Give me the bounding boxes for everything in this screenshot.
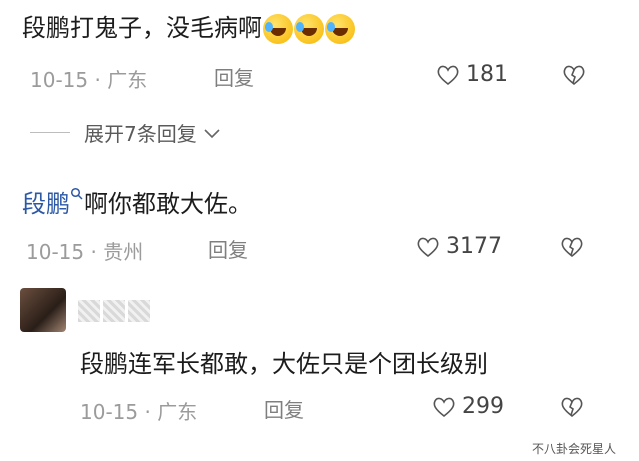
avatar[interactable] [20, 288, 66, 332]
heart-icon [437, 65, 459, 85]
blurred-username[interactable] [78, 300, 150, 322]
search-icon [70, 187, 83, 200]
comment-1: 段鹏打鬼子，没毛病啊 [22, 8, 355, 44]
laugh-cry-emoji-icon [325, 14, 355, 44]
comment-1-location: 广东 [107, 68, 148, 92]
laugh-cry-emoji-icon [294, 14, 324, 44]
comment-2-reply-button[interactable]: 回复 [208, 234, 248, 263]
comment-2: 段鹏 啊你都敢大佐。 [22, 184, 252, 219]
comment-3-like-count: 299 [462, 394, 504, 419]
heart-icon [417, 237, 439, 257]
comment-1-like-button[interactable]: 181 [436, 62, 508, 87]
comment-3-meta: 10-15 · 广东 [80, 396, 197, 425]
separator: · [90, 240, 97, 264]
comment-3-reply-button[interactable]: 回复 [264, 394, 304, 423]
chevron-down-icon [204, 128, 220, 138]
divider [30, 132, 70, 133]
separator: · [144, 400, 151, 424]
broken-heart-icon[interactable] [560, 236, 584, 258]
comment-2-like-count: 3177 [446, 234, 502, 259]
comment-1-text: 段鹏打鬼子，没毛病啊 [22, 14, 262, 42]
broken-heart-icon[interactable] [562, 64, 586, 86]
laugh-cry-emoji-icon [263, 14, 293, 44]
comment-1-date: 10-15 [30, 68, 89, 92]
expand-replies-button[interactable]: 展开7条回复 [30, 118, 221, 147]
comment-2-meta: 10-15 · 贵州 [26, 236, 143, 265]
watermark: 不八卦会死星人 [532, 442, 617, 456]
separator: · [94, 68, 101, 92]
comment-2-text: 啊你都敢大佐。 [84, 190, 252, 218]
comment-3-like-button[interactable]: 299 [432, 394, 504, 419]
comment-2-like-button[interactable]: 3177 [416, 234, 502, 259]
comment-2-date: 10-15 [26, 240, 85, 264]
expand-replies-label: 展开7条回复 [84, 122, 197, 146]
comment-3-text: 段鹏连军长都敢，大佐只是个团长级别 [80, 350, 488, 378]
broken-heart-icon[interactable] [560, 396, 584, 418]
comment-1-reply-button[interactable]: 回复 [214, 62, 254, 91]
heart-icon [433, 397, 455, 417]
comment-3-date: 10-15 [80, 400, 139, 424]
comment-2-location: 贵州 [103, 240, 144, 264]
comment-3-location: 广东 [157, 400, 198, 424]
comment-1-meta: 10-15 · 广东 [30, 64, 147, 93]
mention-link[interactable]: 段鹏 [22, 190, 70, 218]
comment-1-like-count: 181 [466, 62, 508, 87]
